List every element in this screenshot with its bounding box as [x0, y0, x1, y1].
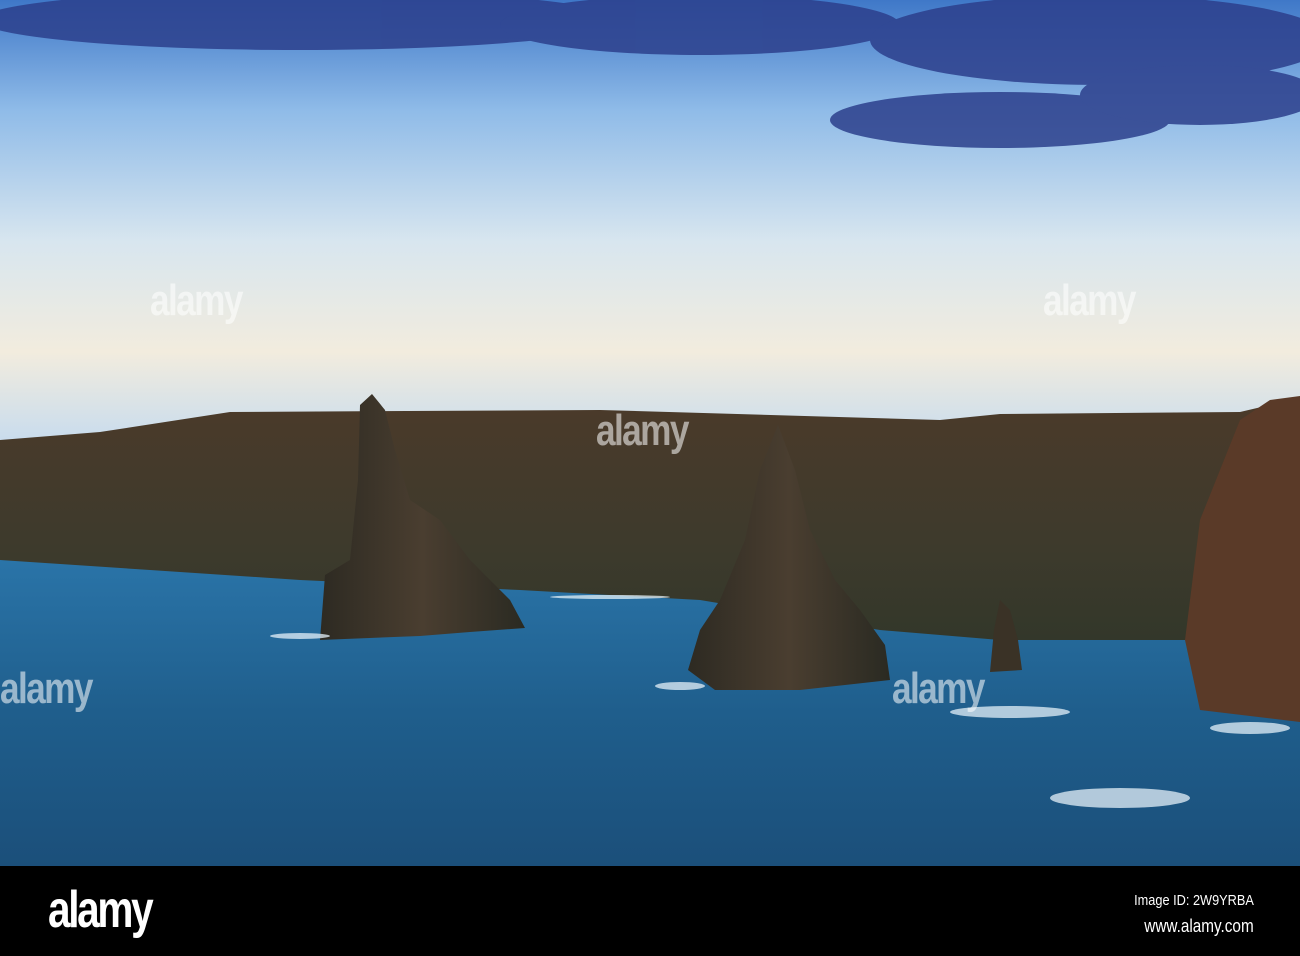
alamy-logo: alamy	[48, 881, 154, 939]
watermark: alamy	[892, 664, 985, 713]
watermark: alamy	[1043, 276, 1136, 325]
watermark: alamy	[596, 406, 689, 455]
image-id: Image ID: 2W9YRBA	[1134, 892, 1254, 909]
footer-bar: alamy Image ID: 2W9YRBA www.alamy.com	[0, 866, 1300, 956]
watermark: alamy	[0, 664, 93, 713]
watermark: alamy	[150, 276, 243, 325]
site-url: www.alamy.com	[1144, 916, 1254, 936]
stock-photo: alamy alamy alamy alamy alamy alamy Imag…	[0, 0, 1300, 956]
